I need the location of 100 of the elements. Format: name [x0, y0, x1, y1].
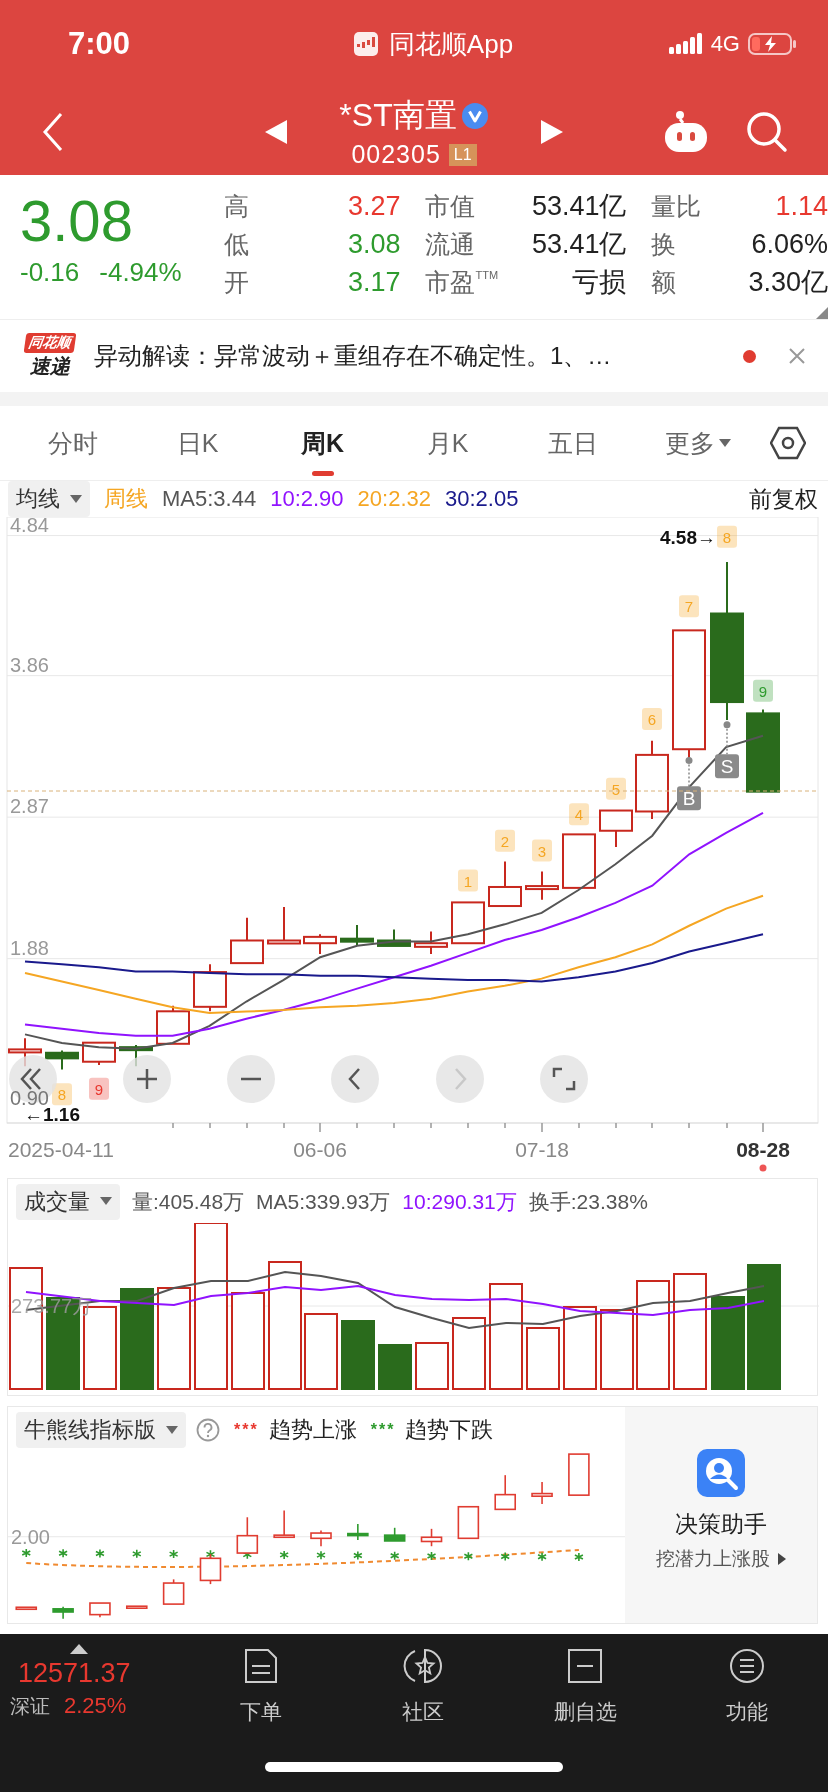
index-name: 深证	[10, 1694, 50, 1719]
moving-average-value: 30:2.05	[445, 486, 519, 512]
bottom-nav-item[interactable]: 社区	[342, 1644, 504, 1726]
volume-dropdown[interactable]: 成交量	[16, 1183, 120, 1220]
period-tab[interactable]: 更多	[635, 406, 760, 480]
moving-average-value: 10:2.90	[270, 486, 344, 512]
candlestick	[525, 870, 559, 901]
index-change: 2.25%	[64, 1693, 127, 1720]
candlestick	[568, 1453, 590, 1496]
robot-icon[interactable]	[662, 109, 710, 154]
asterisk-icon	[500, 1551, 510, 1562]
candlestick	[126, 1605, 148, 1609]
price-axis-label: 1.88	[10, 936, 49, 959]
candlestick	[230, 916, 264, 965]
legend-label: 趋势上涨	[268, 1415, 357, 1444]
volume-axis-label: 273.77万	[11, 1295, 93, 1317]
candlestick	[82, 1041, 116, 1067]
stat-value: 53.41亿	[531, 190, 627, 223]
stat-label: 高	[223, 190, 249, 222]
count-tag: 9	[89, 1077, 109, 1100]
back-icon[interactable]	[42, 111, 64, 152]
promo-subtitle: 挖潜力上涨股	[656, 1547, 770, 1571]
news-headline[interactable]: 异动解读：异常波动＋重组存在不确定性。1、…	[94, 340, 727, 372]
asterisk-icon	[205, 1549, 216, 1560]
candlestick	[531, 1481, 553, 1505]
period-tab[interactable]: 分时	[10, 406, 135, 480]
bottom-nav-item[interactable]: 下单	[180, 1644, 342, 1726]
stat-label: 市值	[425, 190, 476, 222]
moving-average-value: 周线	[104, 485, 148, 513]
expand-corner-icon[interactable]	[816, 307, 828, 319]
candlestick	[457, 1505, 480, 1540]
volume-bar	[378, 1344, 412, 1390]
current-price: 3.08	[20, 189, 134, 253]
stat-label: 额	[651, 266, 677, 298]
count-tag: 7	[679, 595, 699, 618]
volume-bar	[341, 1320, 375, 1390]
asterisk-icon	[279, 1550, 289, 1560]
legend-marks: ***	[370, 1420, 396, 1439]
settings-icon[interactable]	[770, 426, 806, 460]
period-tab[interactable]: 五日	[510, 406, 635, 480]
candlestick	[273, 1509, 295, 1539]
candlestick	[488, 860, 522, 908]
volume-bar	[415, 1342, 449, 1390]
zoom-in-button[interactable]	[123, 1055, 171, 1103]
candlestick	[494, 1474, 516, 1511]
count-tag: 2	[495, 829, 515, 852]
asterisk-icon	[316, 1550, 326, 1560]
app-name: 同花顺App	[388, 27, 514, 61]
candlestick	[89, 1602, 111, 1619]
period-tab[interactable]: 周K	[260, 406, 385, 480]
legend-label: 趋势下跌	[405, 1415, 494, 1444]
caret-icon	[718, 439, 731, 447]
candlestick	[45, 1049, 79, 1071]
count-tag: 5	[606, 777, 626, 800]
previous-stock-icon[interactable]	[265, 119, 288, 144]
asterisk-icon	[132, 1549, 142, 1559]
rewind-button[interactable]	[9, 1055, 57, 1103]
stat-value: 3.27	[347, 190, 401, 222]
candlestick	[562, 833, 596, 889]
price-change: -0.16	[20, 257, 80, 288]
period-tab[interactable]: 月K	[385, 406, 510, 480]
price-adjustment[interactable]: 前复权	[749, 483, 818, 515]
indicator-dropdown[interactable]: 牛熊线指标版	[16, 1411, 186, 1448]
volume-value: MA5:339.93万	[256, 1188, 391, 1215]
app-logo-icon	[352, 31, 379, 57]
search-icon[interactable]	[746, 110, 788, 153]
candlestick	[383, 1527, 406, 1542]
stat-label: 低	[223, 228, 249, 260]
volume-value: 换手:23.38%	[528, 1188, 648, 1215]
volume-value: 量:405.48万	[132, 1188, 245, 1215]
caret-icon	[100, 1197, 112, 1205]
promo-card[interactable]: 决策助手 挖潜力上涨股	[625, 1407, 817, 1623]
period-tab[interactable]: 日K	[135, 406, 260, 480]
fullscreen-button[interactable]	[540, 1055, 588, 1103]
asterisk-icon	[168, 1549, 179, 1559]
candlestick	[199, 1553, 222, 1585]
index-value[interactable]: 12571.37	[18, 1658, 131, 1689]
stat-value: 53.41亿	[531, 228, 627, 261]
network-type: 4G	[710, 31, 740, 57]
help-icon[interactable]	[196, 1417, 220, 1442]
asterisk-icon	[21, 1548, 32, 1558]
scroll-left-button[interactable]	[331, 1055, 379, 1103]
count-tag: 6	[642, 708, 662, 730]
indicator-dropdown[interactable]: 均线	[8, 481, 90, 517]
level-badge: L1	[448, 143, 477, 166]
volume-bar	[526, 1327, 560, 1390]
bottom-nav-item[interactable]: 删自选	[504, 1644, 666, 1726]
asterisk-icon	[58, 1548, 68, 1559]
stock-code: 002305	[351, 140, 441, 169]
asterisk-icon	[95, 1548, 105, 1559]
caret-icon	[70, 495, 82, 503]
count-tag: 8	[717, 525, 737, 548]
promo-title: 决策助手	[675, 1510, 767, 1539]
stat-value: 3.30亿	[748, 266, 828, 299]
next-stock-icon[interactable]	[540, 119, 563, 144]
stat-value: 3.17	[347, 266, 401, 298]
asterisk-icon	[389, 1550, 400, 1561]
document-icon	[244, 1648, 278, 1684]
close-icon[interactable]	[788, 347, 806, 365]
bottom-nav-item[interactable]: 功能	[666, 1644, 828, 1726]
